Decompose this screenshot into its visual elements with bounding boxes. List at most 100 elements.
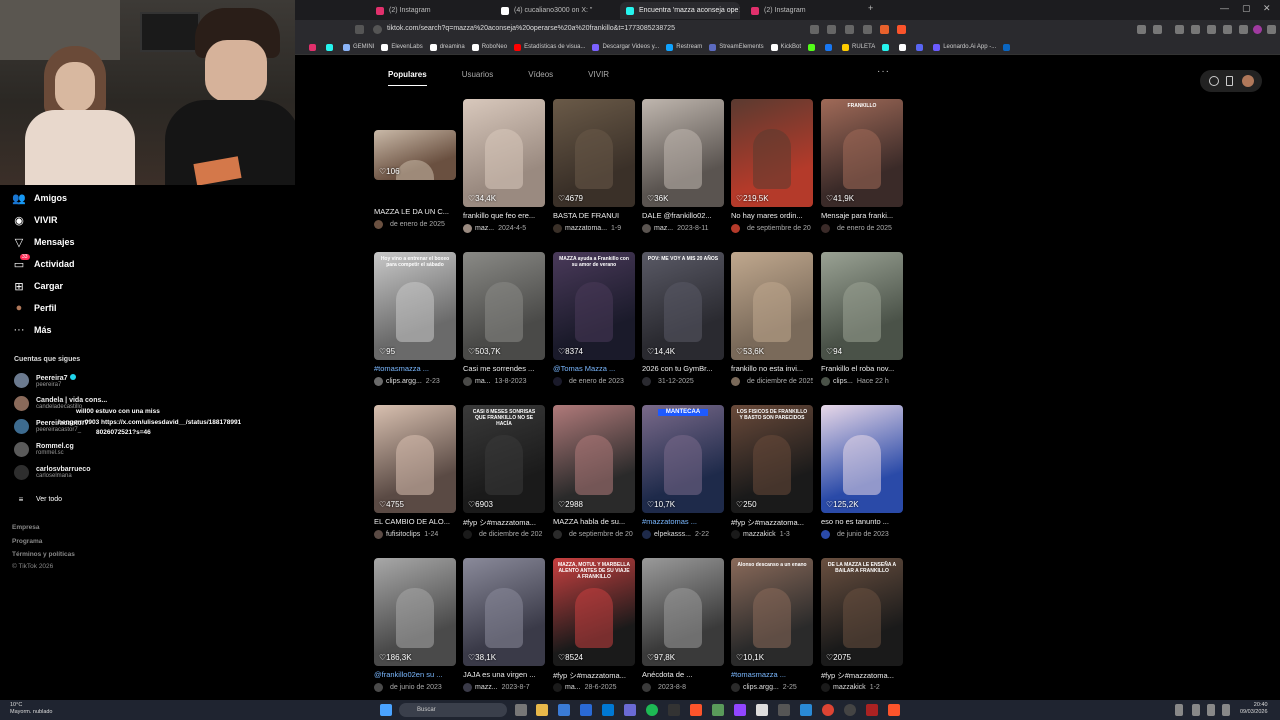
footer-link[interactable]: Empresa (12, 524, 39, 531)
bookmark-item[interactable]: Estadísticas de visua... (514, 43, 585, 51)
video-description[interactable]: #tomasmazza ... (374, 364, 456, 374)
app-icon[interactable] (756, 704, 768, 716)
tab-videos[interactable]: Vídeos (528, 70, 553, 86)
start-icon[interactable] (380, 704, 392, 716)
video-card[interactable]: 97,8K Anécdota de ... 2023-8-8 (642, 558, 724, 692)
app-icon[interactable] (624, 704, 636, 716)
avatar[interactable] (1242, 75, 1254, 87)
tray-chevron-icon[interactable] (1175, 704, 1183, 716)
app-icon[interactable] (712, 704, 724, 716)
video-description[interactable]: @Tomas Mazza ... (553, 364, 635, 374)
video-description[interactable]: Casi me sorrendes ... (463, 364, 545, 374)
bookmark-item[interactable]: GEMINI (343, 43, 374, 51)
video-thumbnail[interactable]: MANTECAA 10,7K (642, 405, 724, 513)
sidebar-toggle-icon[interactable] (1191, 25, 1200, 34)
bookmark-item[interactable]: Descargar Videos y... (592, 43, 659, 51)
video-card[interactable]: LOS FISICOS DE FRANKILLO Y BASTO SON PAR… (731, 405, 813, 539)
avatar[interactable] (731, 530, 740, 539)
brave-rewards-icon[interactable] (897, 25, 906, 34)
video-thumbnail[interactable]: DE LA MAZZA LE ENSEÑA A BAILAR A FRANKIL… (821, 558, 903, 666)
bookmark-item[interactable] (309, 43, 319, 51)
video-author[interactable]: clips... (833, 378, 853, 385)
video-card[interactable]: 4679 BASTA DE FRANUI mazzatoma... 1-9 (553, 99, 635, 233)
brave-shield-icon[interactable] (880, 25, 889, 34)
video-card[interactable]: Hoy vino a entrenar el boxeo para compet… (374, 252, 456, 386)
bookmark-item[interactable]: Leonardo.Ai App -... (933, 43, 996, 51)
brave-icon[interactable] (888, 704, 900, 716)
wallet-icon[interactable] (1207, 25, 1216, 34)
avatar[interactable] (821, 224, 830, 233)
video-thumbnail[interactable]: 53,6K (731, 252, 813, 360)
sidebar-item-messages[interactable]: ▽ Mensajes (12, 233, 75, 251)
video-thumbnail[interactable]: 503,7K (463, 252, 545, 360)
share-icon[interactable] (863, 25, 872, 34)
network-icon[interactable] (1207, 704, 1215, 716)
avatar[interactable] (642, 530, 651, 539)
sidebar-item-live[interactable]: ◉ VIVIR (12, 211, 57, 229)
tab-users[interactable]: Usuarios (462, 70, 494, 86)
video-thumbnail[interactable]: MAZZA ayuda a Frankillo con su amor de v… (553, 252, 635, 360)
avatar[interactable] (731, 683, 740, 692)
browser-tab-active[interactable]: Encuentra 'mazza aconseja ope ✕ (620, 2, 740, 19)
obs-icon[interactable] (844, 704, 856, 716)
video-description[interactable]: #fyp シ#mazzatoma... (821, 670, 903, 680)
browser-tab[interactable]: (2) Instagram (745, 2, 865, 19)
avatar[interactable] (463, 224, 472, 233)
bookmark-item[interactable] (1003, 43, 1013, 51)
video-description[interactable]: #tomasmazza ... (731, 670, 813, 680)
footer-link[interactable]: Términos y políticas (12, 551, 75, 558)
device-icon[interactable] (1226, 76, 1233, 86)
volume-icon[interactable] (1222, 704, 1230, 716)
translate-icon[interactable] (810, 25, 819, 34)
avatar[interactable] (553, 530, 562, 539)
bookmark-item[interactable] (824, 43, 835, 51)
see-all-link[interactable]: ≡ Ver todo (14, 490, 62, 508)
tab-live[interactable]: VIVIR (588, 70, 609, 86)
chrome-icon[interactable] (822, 704, 834, 716)
video-description[interactable]: Anécdota de ... (642, 670, 724, 680)
more-options-icon[interactable]: ··· (877, 66, 890, 77)
avatar[interactable] (821, 683, 830, 692)
avatar[interactable] (463, 530, 472, 539)
avatar[interactable] (553, 224, 562, 233)
close-icon[interactable]: ✕ (738, 5, 740, 16)
video-description[interactable]: No hay mares ordin... (731, 211, 813, 221)
footer-link[interactable]: Programa (12, 538, 42, 545)
video-card[interactable]: MAZZA, MOTUL Y MARBELLA ALENTO ANTES DE … (553, 558, 635, 692)
video-card[interactable]: FRANKILLO 41,9K Mensaje para franki... de e… (821, 99, 903, 233)
profile-avatar-icon[interactable] (1253, 25, 1262, 34)
avatar[interactable] (731, 377, 740, 386)
media-icon[interactable] (1175, 25, 1184, 34)
avatar[interactable] (642, 224, 651, 233)
video-thumbnail[interactable]: 2988 (553, 405, 635, 513)
video-thumbnail[interactable]: 106 (374, 130, 456, 180)
video-card[interactable]: 38,1K JAJA es una virgen ... mazz...2023-8… (463, 558, 545, 692)
window-close-icon[interactable]: ✕ (1263, 3, 1271, 14)
video-card[interactable]: 186,3K @frankillo02en su ... de junio de 2… (374, 558, 456, 692)
video-author[interactable]: mazzakick (833, 684, 866, 691)
bookmark-item[interactable] (899, 43, 909, 51)
video-thumbnail[interactable]: 4755 (374, 405, 456, 513)
video-author[interactable]: fufisitoclips (386, 531, 420, 538)
video-description[interactable]: @frankillo02en su ... (374, 670, 456, 680)
following-item[interactable]: Peereira7 peereira7 (14, 373, 76, 388)
url-input[interactable]: tiktok.com/search?q=mazza%20aconseja%20o… (387, 25, 675, 32)
screenshot-icon[interactable] (1153, 25, 1162, 34)
video-card[interactable]: 53,6K frankillo no esta invi... de diciemb… (731, 252, 813, 386)
video-card[interactable]: 125,2K eso no es tanunto ... de junio de 2… (821, 405, 903, 539)
video-thumbnail[interactable]: 125,2K (821, 405, 903, 513)
video-description[interactable]: #fyp シ#mazzatoma... (731, 517, 813, 527)
video-author[interactable]: mazzakick (743, 531, 776, 538)
video-card[interactable]: MANTECAA 10,7K #mazzatomas ... elpekasss...… (642, 405, 724, 539)
video-thumbnail[interactable]: 97,8K (642, 558, 724, 666)
video-thumbnail[interactable]: 219,5K (731, 99, 813, 207)
app-icon[interactable] (778, 704, 790, 716)
leo-icon[interactable] (1223, 25, 1232, 34)
brave-icon[interactable] (690, 704, 702, 716)
video-description[interactable]: DALE @frankillo02... (642, 211, 724, 221)
video-author[interactable]: clips.argg... (743, 684, 779, 691)
video-description[interactable]: BASTA DE FRANUI (553, 211, 635, 221)
avatar[interactable] (642, 683, 651, 692)
video-description[interactable]: #fyp シ#mazzatoma... (553, 670, 635, 680)
video-card[interactable]: POV: ME VOY A MIS 20 AÑOS 14,4K 2026 con t… (642, 252, 724, 386)
